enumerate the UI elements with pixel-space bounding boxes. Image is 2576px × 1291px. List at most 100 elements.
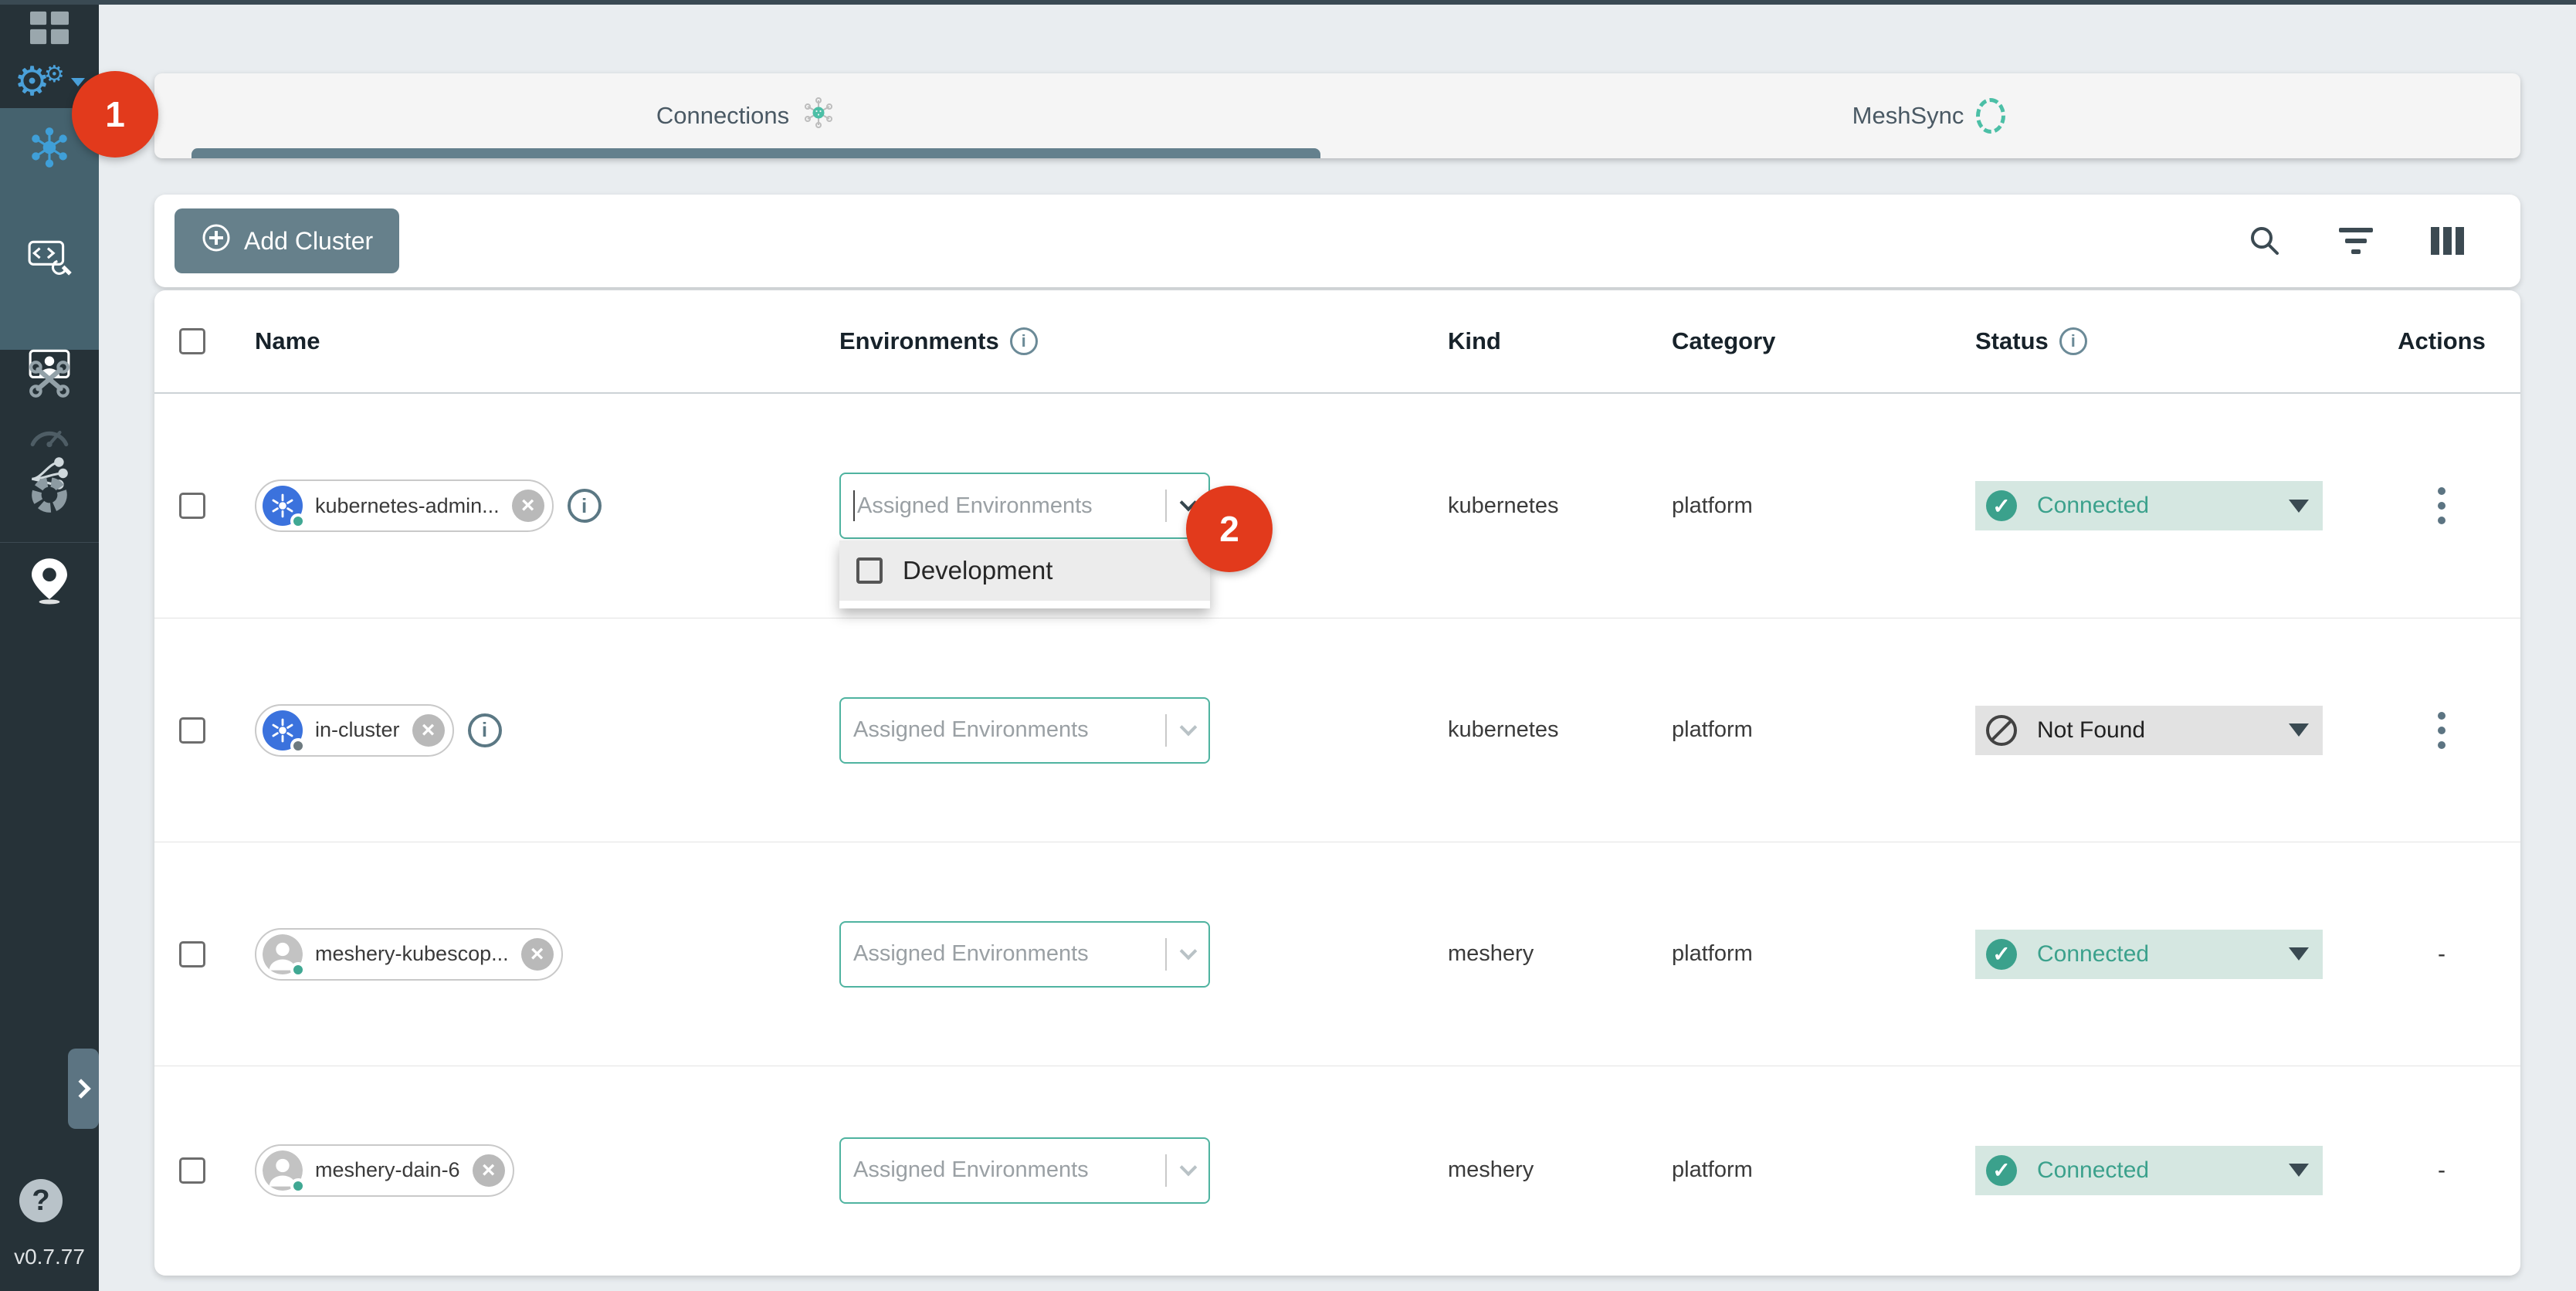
status-label: Connected: [2037, 493, 2149, 519]
tab-meshsync[interactable]: MeshSync: [1337, 73, 2520, 158]
code-wrench-icon: [27, 238, 72, 280]
status-badge[interactable]: Not Found: [1975, 706, 2323, 755]
search-icon[interactable]: [2247, 223, 2283, 259]
add-cluster-button[interactable]: Add Cluster: [175, 208, 399, 273]
info-icon[interactable]: i: [2059, 327, 2087, 355]
connection-chip[interactable]: kubernetes-admin... ×: [255, 479, 554, 532]
check-circle-icon: ✓: [1986, 1155, 2017, 1186]
category-cell: platform: [1672, 941, 1969, 967]
chevron-down-icon[interactable]: [1180, 942, 1198, 960]
meshery-connections-page: ⚙⚙: [0, 0, 2576, 1291]
select-all-checkbox[interactable]: [179, 328, 205, 354]
status-badge[interactable]: ✓ Connected: [1975, 1146, 2323, 1195]
sidebar-item-extensions[interactable]: [0, 471, 99, 522]
connections-mesh-icon: [27, 125, 72, 174]
status-badge[interactable]: ✓ Connected: [1975, 481, 2323, 530]
kubernetes-icon: [263, 486, 303, 526]
chip-delete-icon[interactable]: ×: [473, 1154, 505, 1187]
category-cell: platform: [1672, 493, 1969, 519]
status-label: Connected: [2037, 941, 2149, 967]
table-header: Name Environments i Kind Category Status…: [154, 290, 2520, 394]
dashboard-icon: [30, 11, 69, 49]
chevron-down-icon[interactable]: [1180, 718, 1198, 736]
row-checkbox[interactable]: [179, 941, 205, 967]
header-name: Name: [255, 327, 830, 355]
tab-meshsync-label: MeshSync: [1852, 102, 1964, 130]
status-dot-green: [290, 1178, 306, 1194]
environments-placeholder: Assigned Environments: [853, 941, 1159, 967]
connection-name: kubernetes-admin...: [315, 494, 500, 518]
connection-chip[interactable]: meshery-kubescop... ×: [255, 928, 563, 981]
help-button[interactable]: ?: [19, 1179, 63, 1222]
sidebar-item-dashboard[interactable]: [0, 9, 99, 49]
sidebar-item-location[interactable]: [0, 557, 99, 608]
kind-cell: kubernetes: [1448, 717, 1672, 743]
environments-select[interactable]: Assigned Environments: [839, 473, 1210, 539]
environments-select[interactable]: Assigned Environments: [839, 1137, 1210, 1204]
info-icon[interactable]: i: [1010, 327, 1038, 355]
kind-cell: kubernetes: [1448, 493, 1672, 519]
row-checkbox[interactable]: [179, 1157, 205, 1184]
sidebar-item-adapters[interactable]: [0, 233, 99, 284]
status-dot-gray: [290, 738, 306, 754]
table-row: meshery-kubescop... × Assigned Environme…: [154, 842, 2520, 1066]
option-checkbox[interactable]: [856, 557, 883, 584]
environments-dropdown: Development: [839, 540, 1210, 608]
plus-circle-icon: [201, 222, 232, 259]
sidebar-item-performance[interactable]: [0, 412, 99, 457]
no-actions-dash: -: [2438, 1157, 2446, 1184]
view-columns-icon[interactable]: [2429, 223, 2465, 259]
avatar-icon: [263, 934, 303, 974]
connection-info-icon[interactable]: i: [568, 489, 602, 523]
dropdown-arrow-icon: [2289, 1164, 2309, 1177]
tab-connections-label: Connections: [656, 102, 789, 130]
environments-select[interactable]: Assigned Environments: [839, 921, 1210, 988]
kind-cell: meshery: [1448, 941, 1672, 967]
app-version: v0.7.77: [0, 1245, 99, 1269]
status-dot-green: [290, 962, 306, 978]
connection-name: meshery-kubescop...: [315, 942, 509, 966]
status-badge[interactable]: ✓ Connected: [1975, 930, 2323, 979]
environments-placeholder: Assigned Environments: [857, 493, 1159, 519]
no-actions-dash: -: [2438, 941, 2446, 967]
chip-delete-icon[interactable]: ×: [521, 938, 554, 971]
environments-placeholder: Assigned Environments: [853, 717, 1159, 743]
row-checkbox[interactable]: [179, 493, 205, 519]
question-mark-icon: ?: [32, 1184, 49, 1218]
connection-info-icon[interactable]: i: [468, 713, 502, 747]
active-tab-indicator: [192, 148, 1320, 158]
chip-delete-icon[interactable]: ×: [412, 714, 445, 747]
meshsync-spinner-icon: [1976, 98, 2005, 134]
select-divider: [1165, 490, 1167, 522]
dropdown-option-development[interactable]: Development: [839, 540, 1210, 601]
segmented-donut-icon: [27, 473, 72, 521]
environments-placeholder: Assigned Environments: [853, 1157, 1159, 1183]
connection-chip[interactable]: meshery-dain-6 ×: [255, 1144, 514, 1197]
annotation-step-2: 2: [1186, 486, 1273, 572]
annotation-step-1: 1: [72, 71, 158, 158]
sidebar-item-configuration[interactable]: [0, 357, 99, 405]
dropdown-arrow-icon: [2289, 723, 2309, 737]
speedometer-icon: [27, 417, 72, 453]
connection-chip[interactable]: in-cluster ×: [255, 704, 454, 757]
chip-delete-icon[interactable]: ×: [512, 490, 544, 522]
category-cell: platform: [1672, 1157, 1969, 1183]
avatar-icon: [263, 1150, 303, 1191]
kind-cell: meshery: [1448, 1157, 1672, 1183]
tab-connections[interactable]: Connections: [154, 73, 1337, 158]
check-circle-icon: ✓: [1986, 939, 2017, 970]
crossed-wrenches-icon: [27, 358, 72, 404]
header-actions: Actions: [2363, 327, 2520, 355]
row-actions-menu[interactable]: [2432, 481, 2452, 530]
gears-icon: ⚙⚙: [14, 62, 85, 102]
dropdown-arrow-icon: [2289, 947, 2309, 961]
sidebar-divider: [0, 542, 99, 543]
sidebar-expand-button[interactable]: [68, 1049, 99, 1129]
filter-icon[interactable]: [2338, 223, 2374, 259]
chevron-down-icon[interactable]: [1180, 1158, 1198, 1176]
kubernetes-icon: [263, 710, 303, 751]
environments-select[interactable]: Assigned Environments: [839, 697, 1210, 764]
sidebar: ⚙⚙: [0, 0, 99, 1291]
row-checkbox[interactable]: [179, 717, 205, 744]
row-actions-menu[interactable]: [2432, 706, 2452, 755]
